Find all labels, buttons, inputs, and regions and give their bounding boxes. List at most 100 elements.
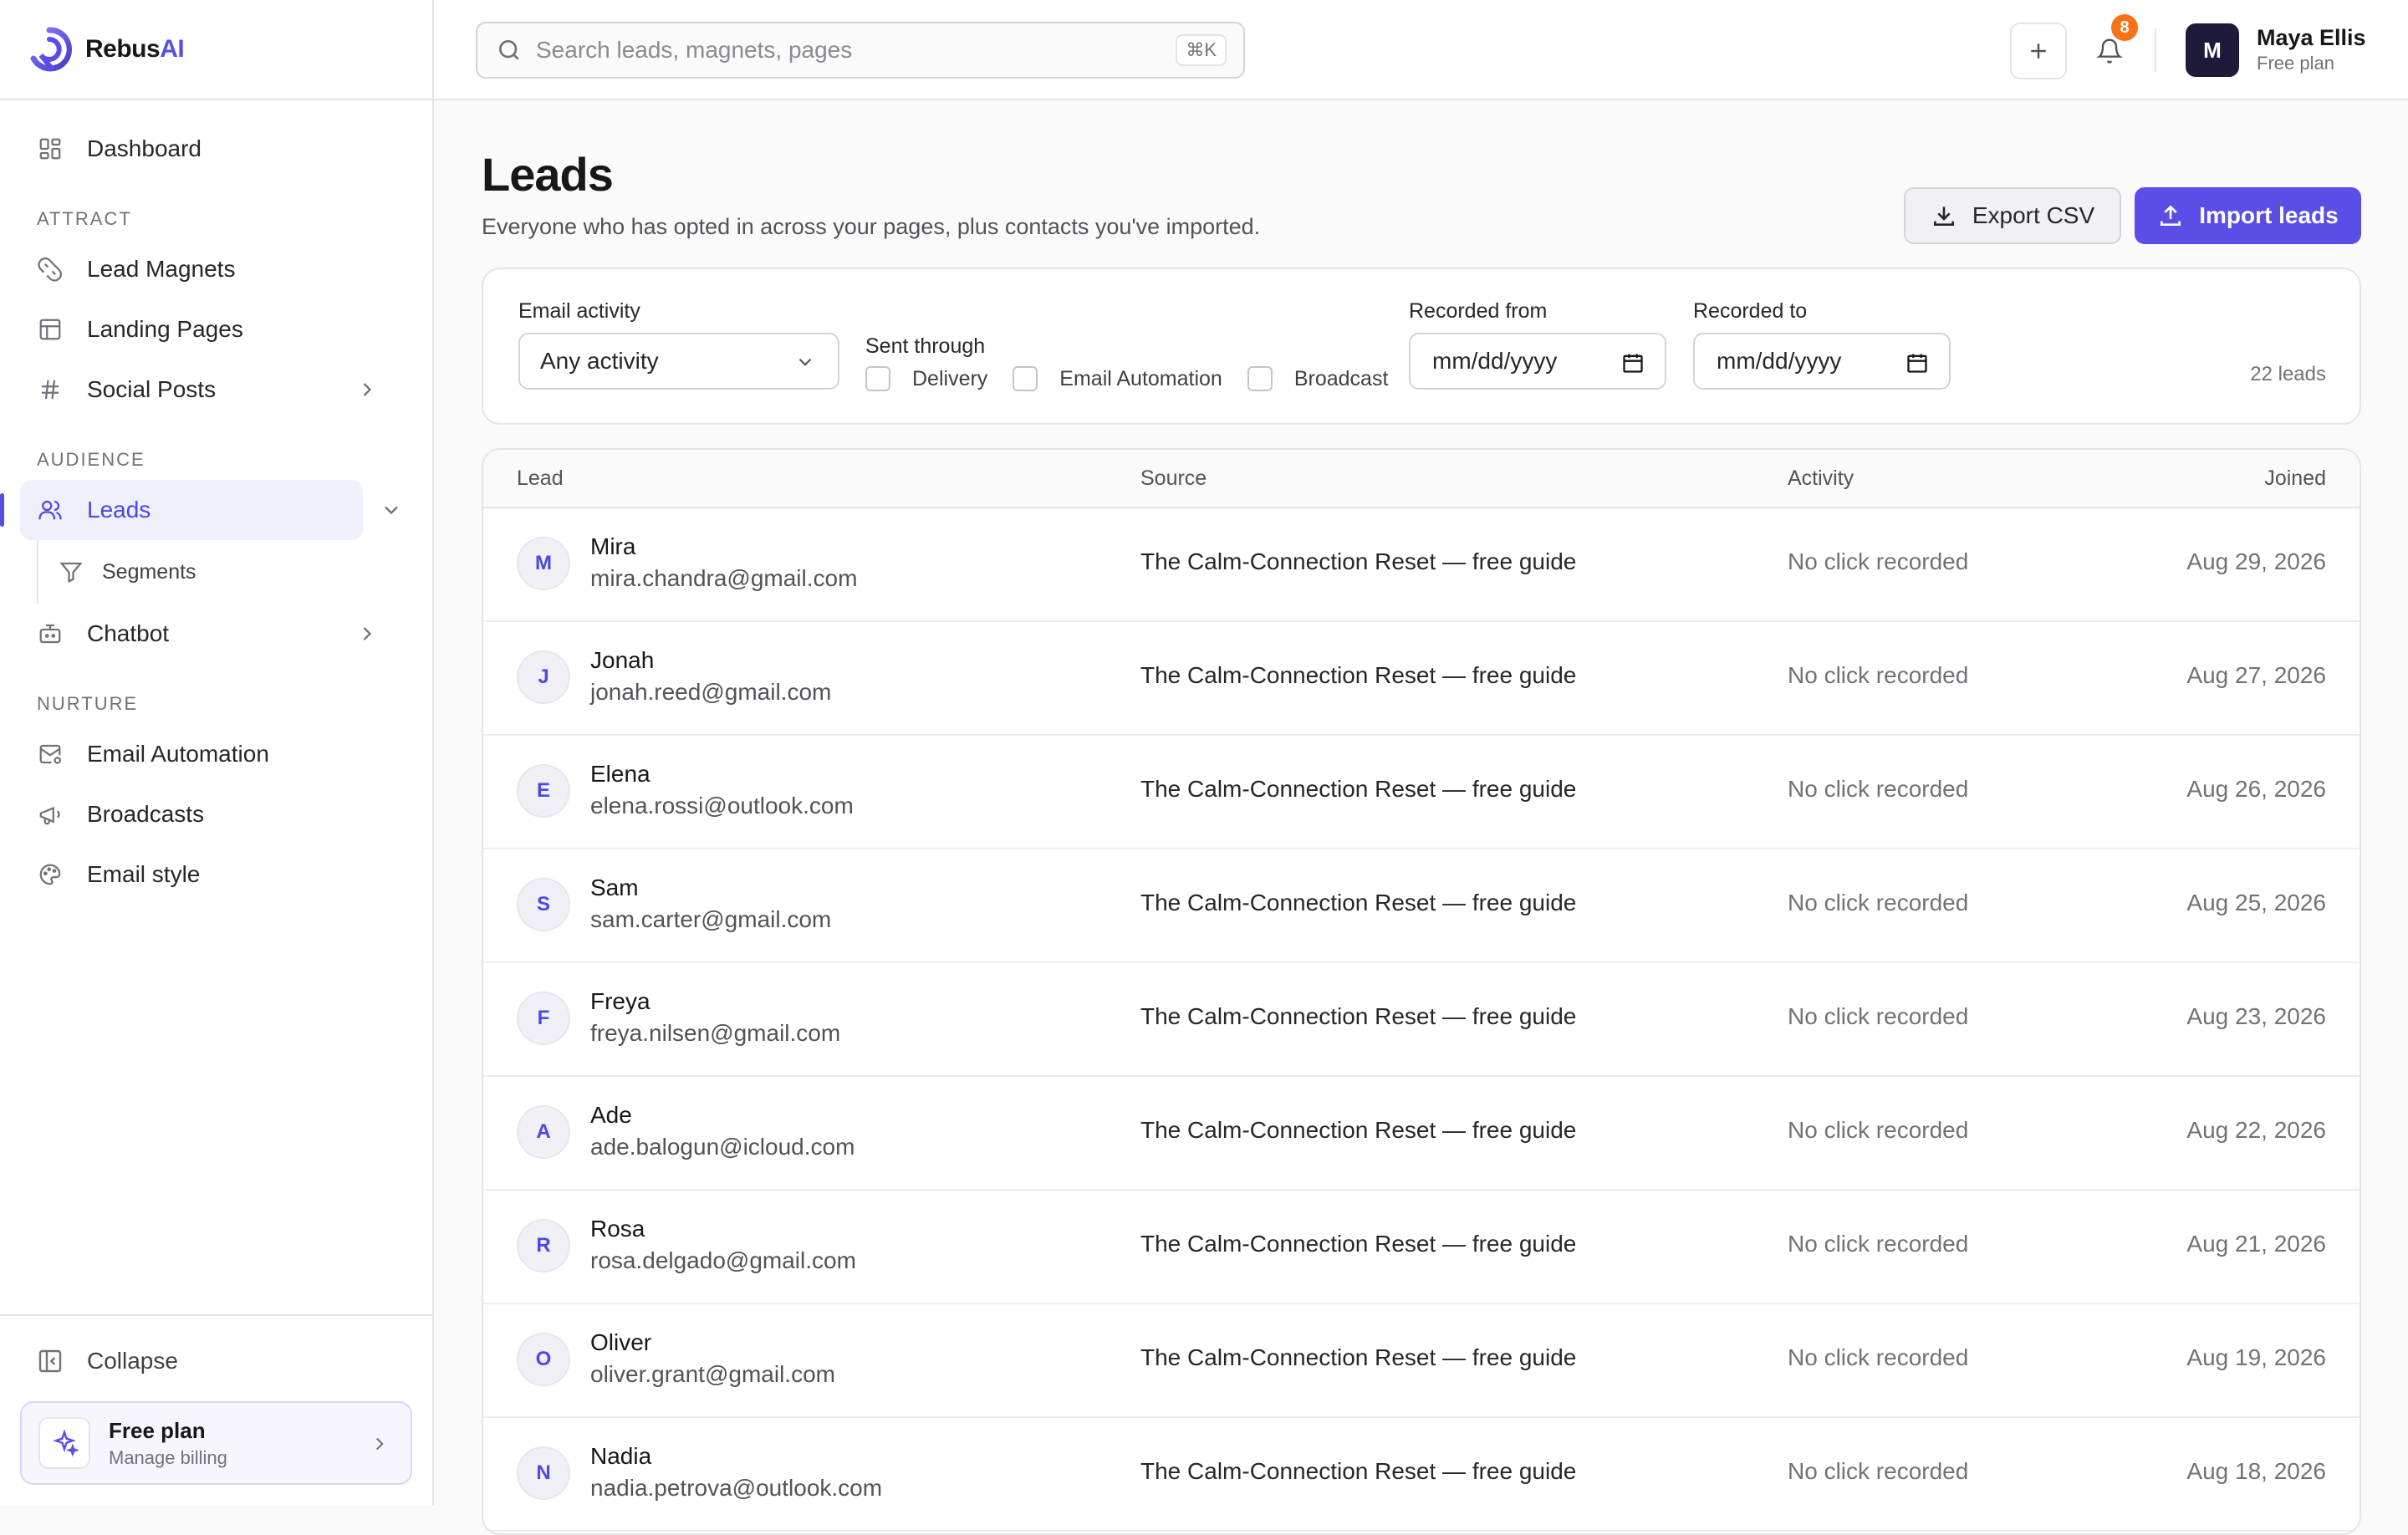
lead-name[interactable]: Mira [590, 533, 635, 560]
checkbox-broadcast[interactable]: Broadcast [1247, 366, 1388, 391]
upload-icon [2161, 205, 2181, 226]
download-icon [1933, 207, 1954, 226]
table-row[interactable]: S Sam sam.carter@gmail.com The Calm-Connect… [483, 849, 2360, 963]
sidebar-item-chatbot[interactable]: Chatbot [20, 604, 412, 664]
checkbox[interactable] [1013, 366, 1038, 391]
sidebar-item-lead-magnets[interactable]: Lead Magnets [20, 239, 412, 299]
email-activity-value: Any activity [540, 348, 659, 374]
user-plan: Free plan [2257, 53, 2334, 74]
shortcut-hint: ⌘K [1176, 34, 1227, 66]
sidebar-item-dashboard[interactable]: Dashboard [20, 119, 412, 179]
table-row[interactable]: J Jonah jonah.reed@gmail.com The Calm-Conne… [483, 622, 2360, 736]
sidebar-item-leads[interactable]: Leads [0, 480, 398, 540]
table-row[interactable]: M Mira mira.chandra@gmail.com The Calm-Conn… [483, 508, 2360, 622]
lead-name[interactable]: Freya [590, 988, 650, 1015]
lead-email: elena.rossi@outlook.com [590, 793, 854, 818]
import-leads-button[interactable]: Import leads [2135, 187, 2361, 244]
sidebar-item-segments[interactable]: Segments [59, 559, 196, 584]
lead-name[interactable]: Nadia [590, 1443, 651, 1470]
plan-card[interactable]: Free plan Manage billing [20, 1401, 412, 1485]
checkbox-email-automation[interactable]: Email Automation [1013, 366, 1222, 391]
calendar-icon[interactable] [1905, 351, 1929, 375]
avatar: N [517, 1446, 570, 1500]
sidebar-item-label: Email Automation [87, 741, 269, 767]
leads-table: Lead Source Activity Joined M Mira mira.ch… [482, 448, 2361, 1535]
lead-joined-date: Aug 29, 2026 [2186, 548, 2326, 574]
avatar: S [517, 878, 570, 931]
topbar: ⌘K 8 M Maya Ellis Free plan [434, 0, 2408, 100]
column-header-activity[interactable]: Activity [1788, 467, 1854, 491]
checkbox[interactable] [1247, 366, 1273, 391]
lead-name[interactable]: Sam [590, 875, 639, 901]
lead-joined-date: Aug 19, 2026 [2186, 1344, 2326, 1370]
plan-title: Free plan [109, 1417, 206, 1443]
avatar: J [517, 650, 570, 704]
lead-name[interactable]: Jonah [590, 647, 654, 674]
export-label: Export CSV [1972, 202, 2095, 228]
checkbox-delivery[interactable]: Delivery [865, 366, 987, 391]
recorded-to-field[interactable]: mm/dd/yyyy [1693, 333, 1951, 390]
lead-count: 22 leads [2250, 363, 2326, 385]
chevron-right-icon[interactable] [355, 622, 379, 645]
sidebar-item-label: Broadcasts [87, 801, 205, 827]
sidebar: RebusAI Dashboard ATTRACT Lead Magnets L… [0, 0, 434, 1505]
email-activity-label: Email activity [518, 299, 640, 323]
lead-source: The Calm-Connection Reset — free guide [1140, 776, 1577, 802]
dashboard-icon [37, 135, 64, 162]
avatar[interactable]: M [2186, 23, 2239, 77]
lead-activity: No click recorded [1788, 1344, 1969, 1370]
lead-email: freya.nilsen@gmail.com [590, 1020, 841, 1046]
checkbox[interactable] [865, 366, 890, 391]
table-row[interactable]: R Rosa rosa.delgado@gmail.com The Calm-Conn… [483, 1191, 2360, 1304]
avatar: A [517, 1105, 570, 1159]
create-button[interactable] [2010, 23, 2067, 79]
collapse-button[interactable]: Collapse [0, 1334, 432, 1388]
export-csv-button[interactable]: Export CSV [1904, 187, 2121, 244]
lead-activity: No click recorded [1788, 776, 1969, 802]
lead-activity: No click recorded [1788, 548, 1969, 574]
lead-email: mira.chandra@gmail.com [590, 565, 858, 591]
lead-name[interactable]: Oliver [590, 1329, 651, 1356]
notification-badge: 8 [2111, 14, 2138, 41]
table-row[interactable]: E Elena elena.rossi@outlook.com The Calm-Co… [483, 736, 2360, 849]
chevron-right-icon [375, 1437, 384, 1451]
lead-joined-date: Aug 27, 2026 [2186, 662, 2326, 688]
brand[interactable]: RebusAI [0, 0, 432, 100]
avatar: F [517, 992, 570, 1045]
lead-name[interactable]: Elena [590, 761, 650, 788]
section-label-attract: ATTRACT [37, 208, 132, 229]
rebus-logo-icon [30, 27, 72, 72]
recorded-from-field[interactable]: mm/dd/yyyy [1409, 333, 1666, 390]
email-activity-select[interactable]: Any activity [518, 333, 839, 390]
lead-activity: No click recorded [1788, 1003, 1969, 1029]
search-box[interactable]: ⌘K [476, 22, 1245, 79]
sidebar-item-landing-pages[interactable]: Landing Pages [20, 299, 412, 360]
avatar: M [517, 537, 570, 590]
calendar-icon[interactable] [1621, 351, 1645, 375]
user-name[interactable]: Maya Ellis [2257, 25, 2366, 51]
column-header-lead[interactable]: Lead [517, 467, 564, 491]
lead-activity: No click recorded [1788, 890, 1969, 915]
lead-name[interactable]: Ade [590, 1102, 632, 1129]
users-icon [37, 497, 64, 523]
chevron-down-icon[interactable] [380, 498, 403, 522]
table-row[interactable]: A Ade ade.balogun@icloud.com The Calm-Conne… [483, 1077, 2360, 1191]
lead-email: nadia.petrova@outlook.com [590, 1475, 883, 1501]
sidebar-item-email-automation[interactable]: Email Automation [20, 724, 412, 784]
sidebar-item-social-posts[interactable]: Social Posts [20, 360, 412, 420]
sidebar-item-email-style[interactable]: Email style [20, 844, 412, 905]
search-input[interactable] [536, 37, 1138, 64]
column-header-source[interactable]: Source [1140, 467, 1207, 491]
table-row[interactable]: N Nadia nadia.petrova@outlook.com The Calm-… [483, 1418, 2360, 1532]
column-header-joined[interactable]: Joined [2264, 467, 2326, 491]
table-row[interactable]: O Oliver oliver.grant@gmail.com The Calm-Co… [483, 1304, 2360, 1418]
palette-icon [37, 861, 64, 888]
magnet-icon [37, 256, 64, 283]
sidebar-item-broadcasts[interactable]: Broadcasts [20, 784, 412, 844]
avatar: E [517, 764, 570, 818]
recorded-from-label: Recorded from [1409, 299, 1548, 323]
lead-name[interactable]: Rosa [590, 1216, 645, 1242]
lead-email: rosa.delgado@gmail.com [590, 1247, 856, 1273]
table-row[interactable]: F Freya freya.nilsen@gmail.com The Calm-Con… [483, 963, 2360, 1077]
chevron-right-icon[interactable] [355, 378, 379, 401]
